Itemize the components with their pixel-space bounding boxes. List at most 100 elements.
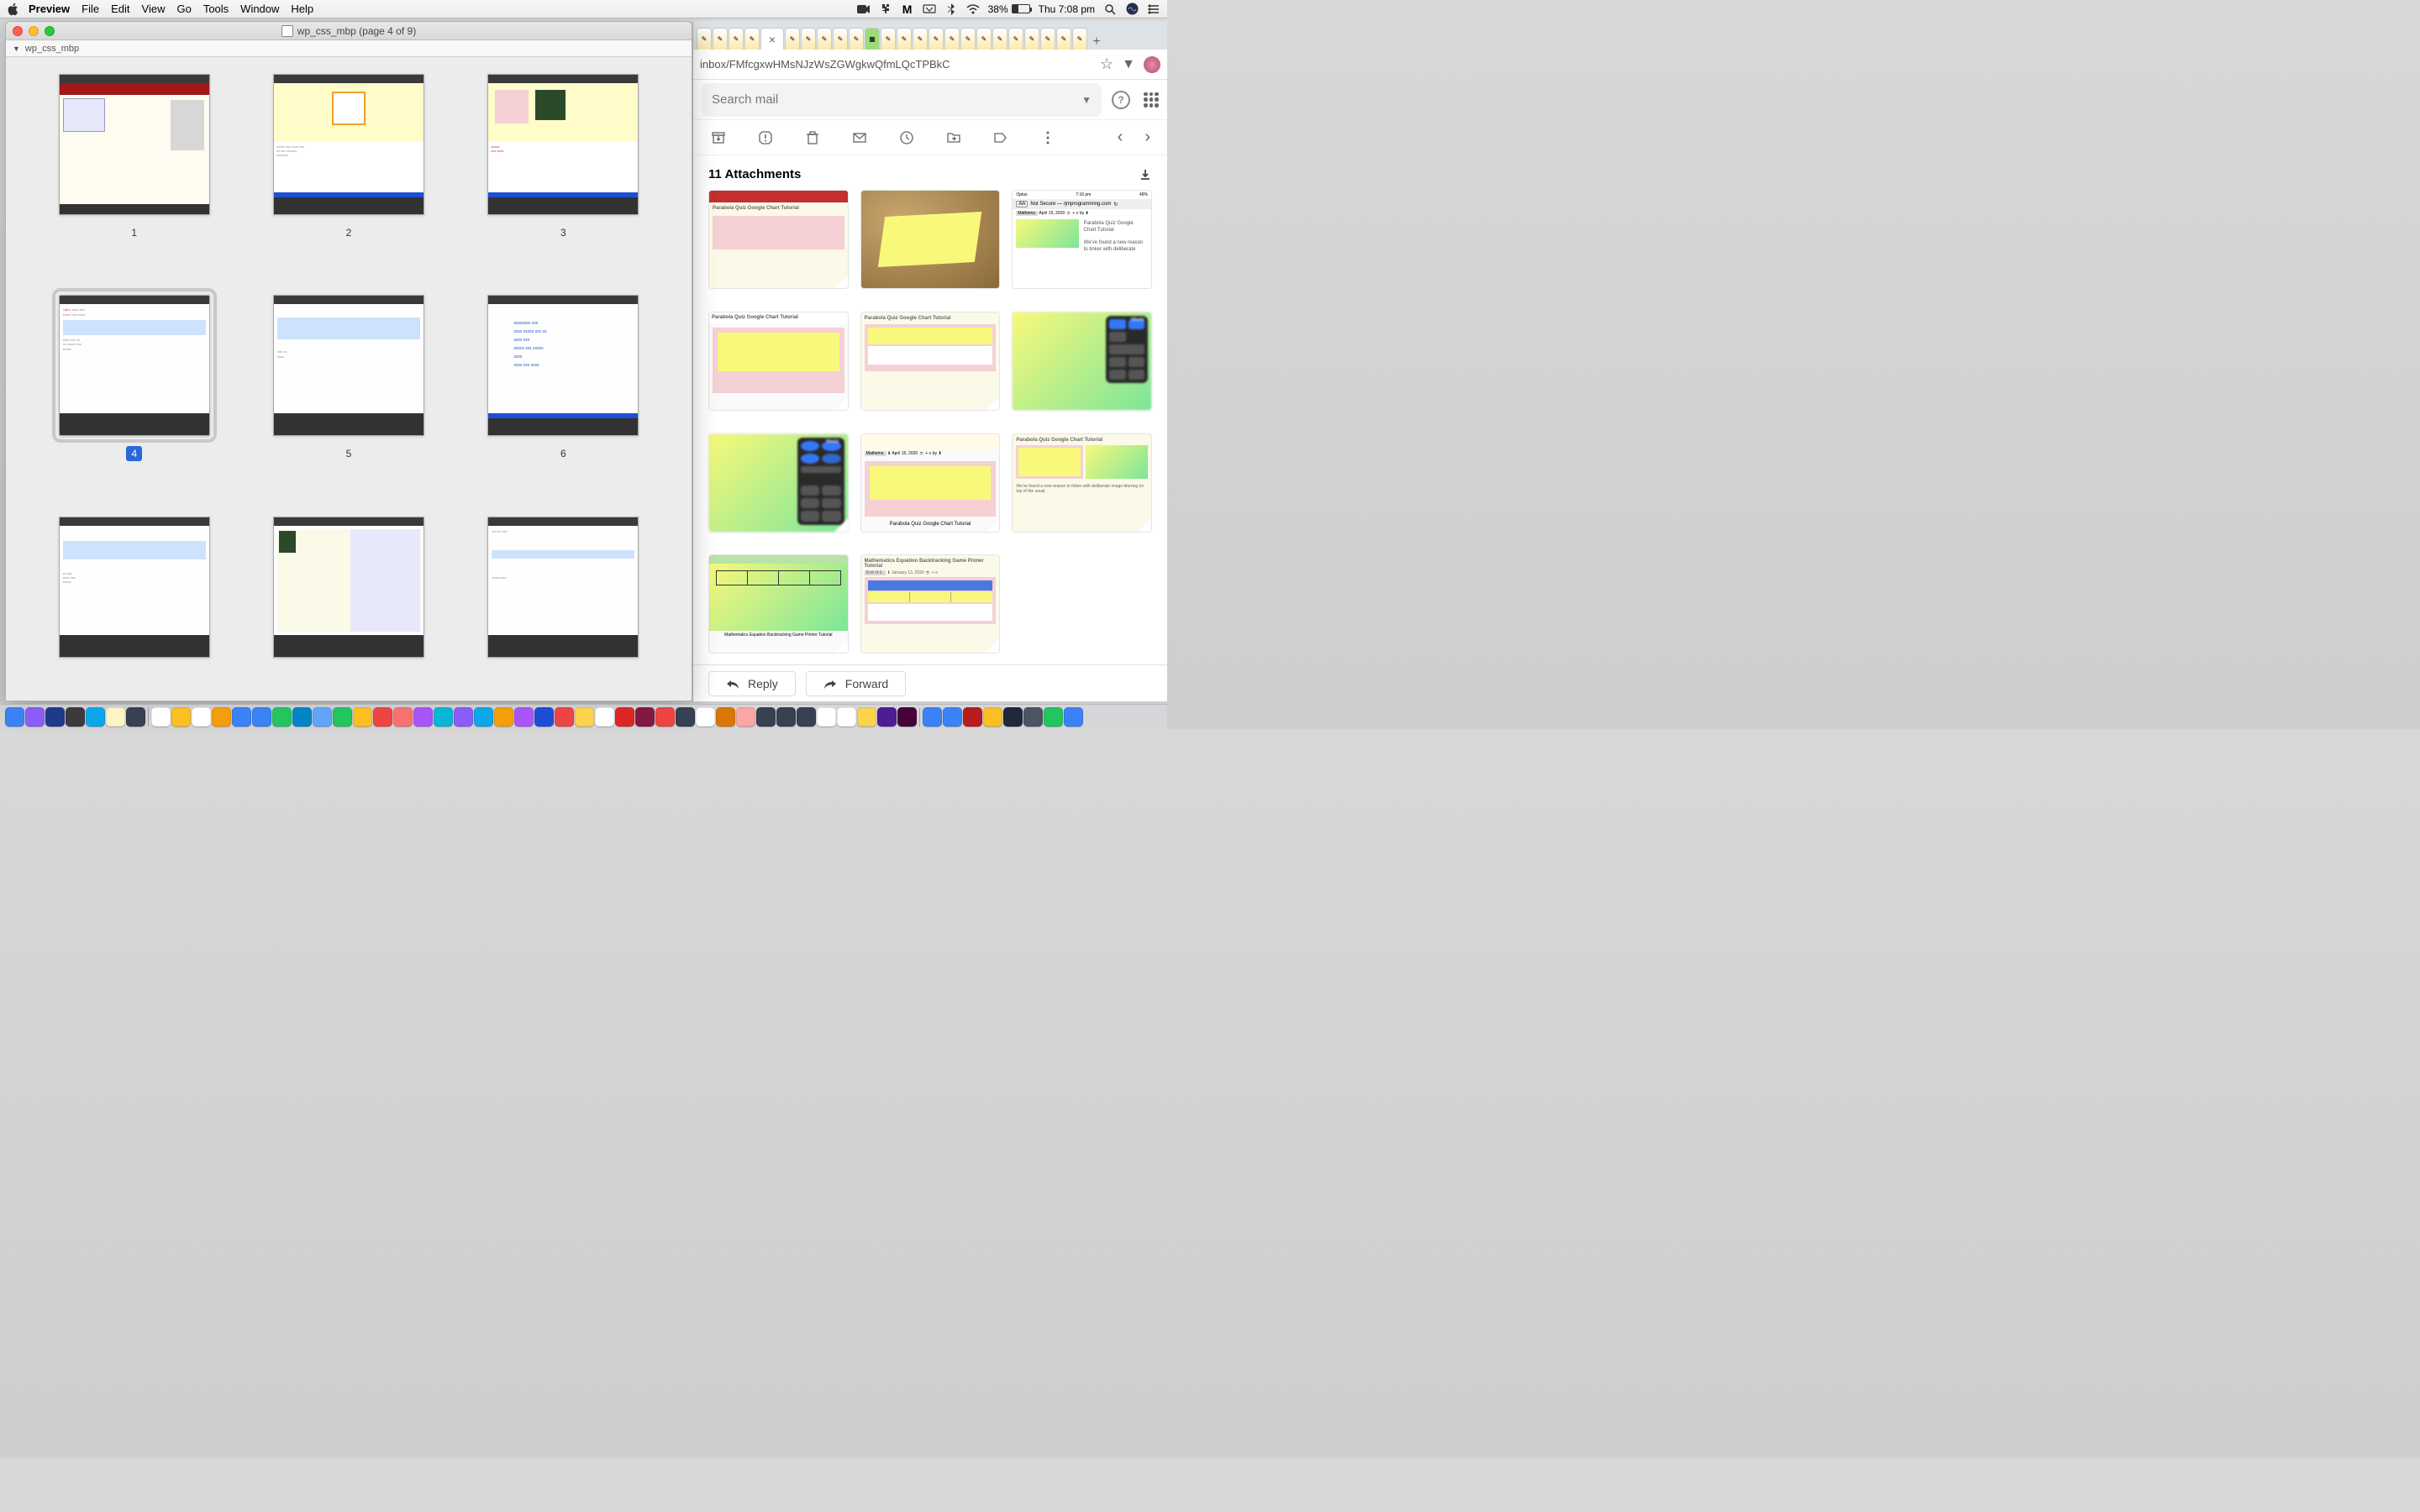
thumbnail-7[interactable]: xx xxxxxxx xxxxxxxx [39, 517, 229, 684]
disclosure-triangle-icon[interactable]: ▼ [13, 45, 20, 53]
close-tab-icon[interactable]: × [769, 33, 776, 46]
dock-app-icon[interactable] [272, 707, 292, 727]
attachment-thumb[interactable]: Music [1012, 312, 1152, 411]
thumbnail-8[interactable] [254, 517, 443, 684]
siri-icon[interactable] [1125, 3, 1139, 16]
browser-tab[interactable]: ✎ [1024, 28, 1039, 50]
search-options-caret-icon[interactable]: ▼ [1081, 94, 1092, 106]
browser-tab[interactable]: ✎ [849, 28, 864, 50]
browser-tab[interactable]: ✎ [1040, 28, 1055, 50]
dock-app-icon[interactable] [454, 707, 473, 727]
attachment-thumb[interactable]: Parabola Quiz Google Chart Tutorial [708, 312, 849, 411]
menubar-app-name[interactable]: Preview [29, 3, 70, 15]
menu-help[interactable]: Help [291, 3, 313, 15]
browser-tab[interactable]: ✎ [697, 28, 712, 50]
attachment-thumb[interactable] [860, 190, 1001, 289]
browser-tab[interactable]: ✎ [929, 28, 944, 50]
thumbnail-3[interactable]: xxxxxxxx xxxx 3 [469, 74, 658, 253]
dock-app-icon[interactable] [595, 707, 614, 727]
dock-app-icon[interactable] [615, 707, 634, 727]
dock-app-icon[interactable] [837, 707, 856, 727]
browser-tab[interactable]: ✎ [817, 28, 832, 50]
dock-app-icon[interactable] [676, 707, 695, 727]
mark-unread-icon[interactable] [851, 129, 868, 146]
dock-app-icon[interactable] [756, 707, 776, 727]
menu-edit[interactable]: Edit [111, 3, 129, 15]
dock-app-icon[interactable] [817, 707, 836, 727]
dock-app-icon[interactable] [943, 707, 962, 727]
browser-tab[interactable]: ✎ [744, 28, 760, 50]
dock-app-icon[interactable] [126, 707, 145, 727]
browser-tab[interactable]: ▦ [865, 28, 880, 50]
snooze-icon[interactable] [898, 129, 915, 146]
browser-tab[interactable]: ✎ [785, 28, 800, 50]
support-icon[interactable]: ? [1112, 91, 1130, 109]
browser-tab[interactable]: ✎ [944, 28, 960, 50]
browser-tab-active[interactable]: × [760, 28, 784, 50]
browser-tab[interactable]: ✎ [833, 28, 848, 50]
forward-button[interactable]: Forward [806, 671, 906, 696]
dock-app-icon[interactable] [86, 707, 105, 727]
new-tab-button[interactable]: + [1088, 34, 1105, 50]
dock-app-icon[interactable] [857, 707, 876, 727]
dock-app-icon[interactable] [292, 707, 312, 727]
thumbnail-9[interactable]: xxx xx xxxxxxxx xxx [469, 517, 658, 684]
dock-app-icon[interactable] [923, 707, 942, 727]
attachment-thumb[interactable]: Parabola Quiz Google Chart Tutorial [860, 312, 1001, 411]
dock-app-icon[interactable] [232, 707, 251, 727]
browser-tab[interactable]: ✎ [913, 28, 928, 50]
dock-app-icon[interactable] [66, 707, 85, 727]
dock-app-icon[interactable] [877, 707, 897, 727]
dock-app-icon[interactable] [252, 707, 271, 727]
dock-app-icon[interactable] [5, 707, 24, 727]
download-all-icon[interactable] [1139, 168, 1152, 181]
sidebar-header[interactable]: ▼ wp_css_mbp [6, 40, 692, 57]
puzzle-icon[interactable] [879, 3, 892, 16]
dock-app-icon[interactable] [171, 707, 191, 727]
close-button[interactable] [13, 26, 23, 36]
menubar-clock[interactable]: Thu 7:08 pm [1039, 3, 1095, 15]
dock-app-icon[interactable] [313, 707, 332, 727]
bluetooth-icon[interactable] [944, 3, 958, 16]
move-to-icon[interactable] [945, 129, 962, 146]
chrome-tab-strip[interactable]: ✎ ✎ ✎ ✎ × ✎ ✎ ✎ ✎ ✎ ▦ ✎ ✎ ✎ ✎ ✎ ✎ ✎ ✎ ✎ … [693, 21, 1167, 50]
dock-app-icon[interactable] [897, 707, 917, 727]
dock-app-icon[interactable] [1044, 707, 1063, 727]
thumbnail-6[interactable]: xxxxxxxx xxxxxxx xxxxx xxx xxxxxx xxxxxx… [469, 295, 658, 474]
spotlight-icon[interactable] [1103, 3, 1117, 16]
preview-titlebar[interactable]: wp_css_mbp (page 4 of 9) [6, 22, 692, 40]
more-icon[interactable] [1039, 129, 1056, 146]
dock-app-icon[interactable] [192, 707, 211, 727]
display-icon[interactable] [923, 3, 936, 16]
dock-app-icon[interactable] [514, 707, 534, 727]
menu-go[interactable]: Go [176, 3, 191, 15]
archive-icon[interactable] [710, 129, 727, 146]
dock-app-icon[interactable] [434, 707, 453, 727]
wifi-icon[interactable] [966, 3, 980, 16]
dock-app-icon[interactable] [212, 707, 231, 727]
address-bar[interactable]: inbox/FMfcgxwHMsNJzWsZGWgkwQfmLQcTPBkC ☆… [693, 50, 1167, 80]
delete-icon[interactable] [804, 129, 821, 146]
browser-tab[interactable]: ✎ [881, 28, 896, 50]
dock-app-icon[interactable] [393, 707, 413, 727]
dock-app-icon[interactable] [716, 707, 735, 727]
browser-tab[interactable]: ✎ [729, 28, 744, 50]
apple-icon[interactable] [7, 3, 20, 16]
dock-app-icon[interactable] [1064, 707, 1083, 727]
browser-tab[interactable]: ✎ [1072, 28, 1087, 50]
attachment-thumb[interactable]: Parabola Quiz Google Chart TutorialWe've… [1012, 433, 1152, 533]
browser-tab[interactable]: ✎ [1008, 28, 1023, 50]
dock-app-icon[interactable] [106, 707, 125, 727]
browser-tab[interactable]: ✎ [801, 28, 816, 50]
dock-app-icon[interactable] [963, 707, 982, 727]
browser-tab[interactable]: ✎ [713, 28, 728, 50]
dock-app-icon[interactable] [333, 707, 352, 727]
menu-view[interactable]: View [142, 3, 166, 15]
older-icon[interactable]: › [1144, 128, 1150, 147]
attachment-thumb[interactable]: Parabola Quiz Google Chart Tutorial [708, 190, 849, 289]
minimize-button[interactable] [29, 26, 39, 36]
attachment-thumb[interactable]: Music [708, 433, 849, 533]
thumbnail-2[interactable]: xxxxx xxx xxxx xxxxx xxx xxxxxxxxxxxxx 2 [254, 74, 443, 253]
browser-tab[interactable]: ✎ [976, 28, 992, 50]
dock-app-icon[interactable] [555, 707, 574, 727]
